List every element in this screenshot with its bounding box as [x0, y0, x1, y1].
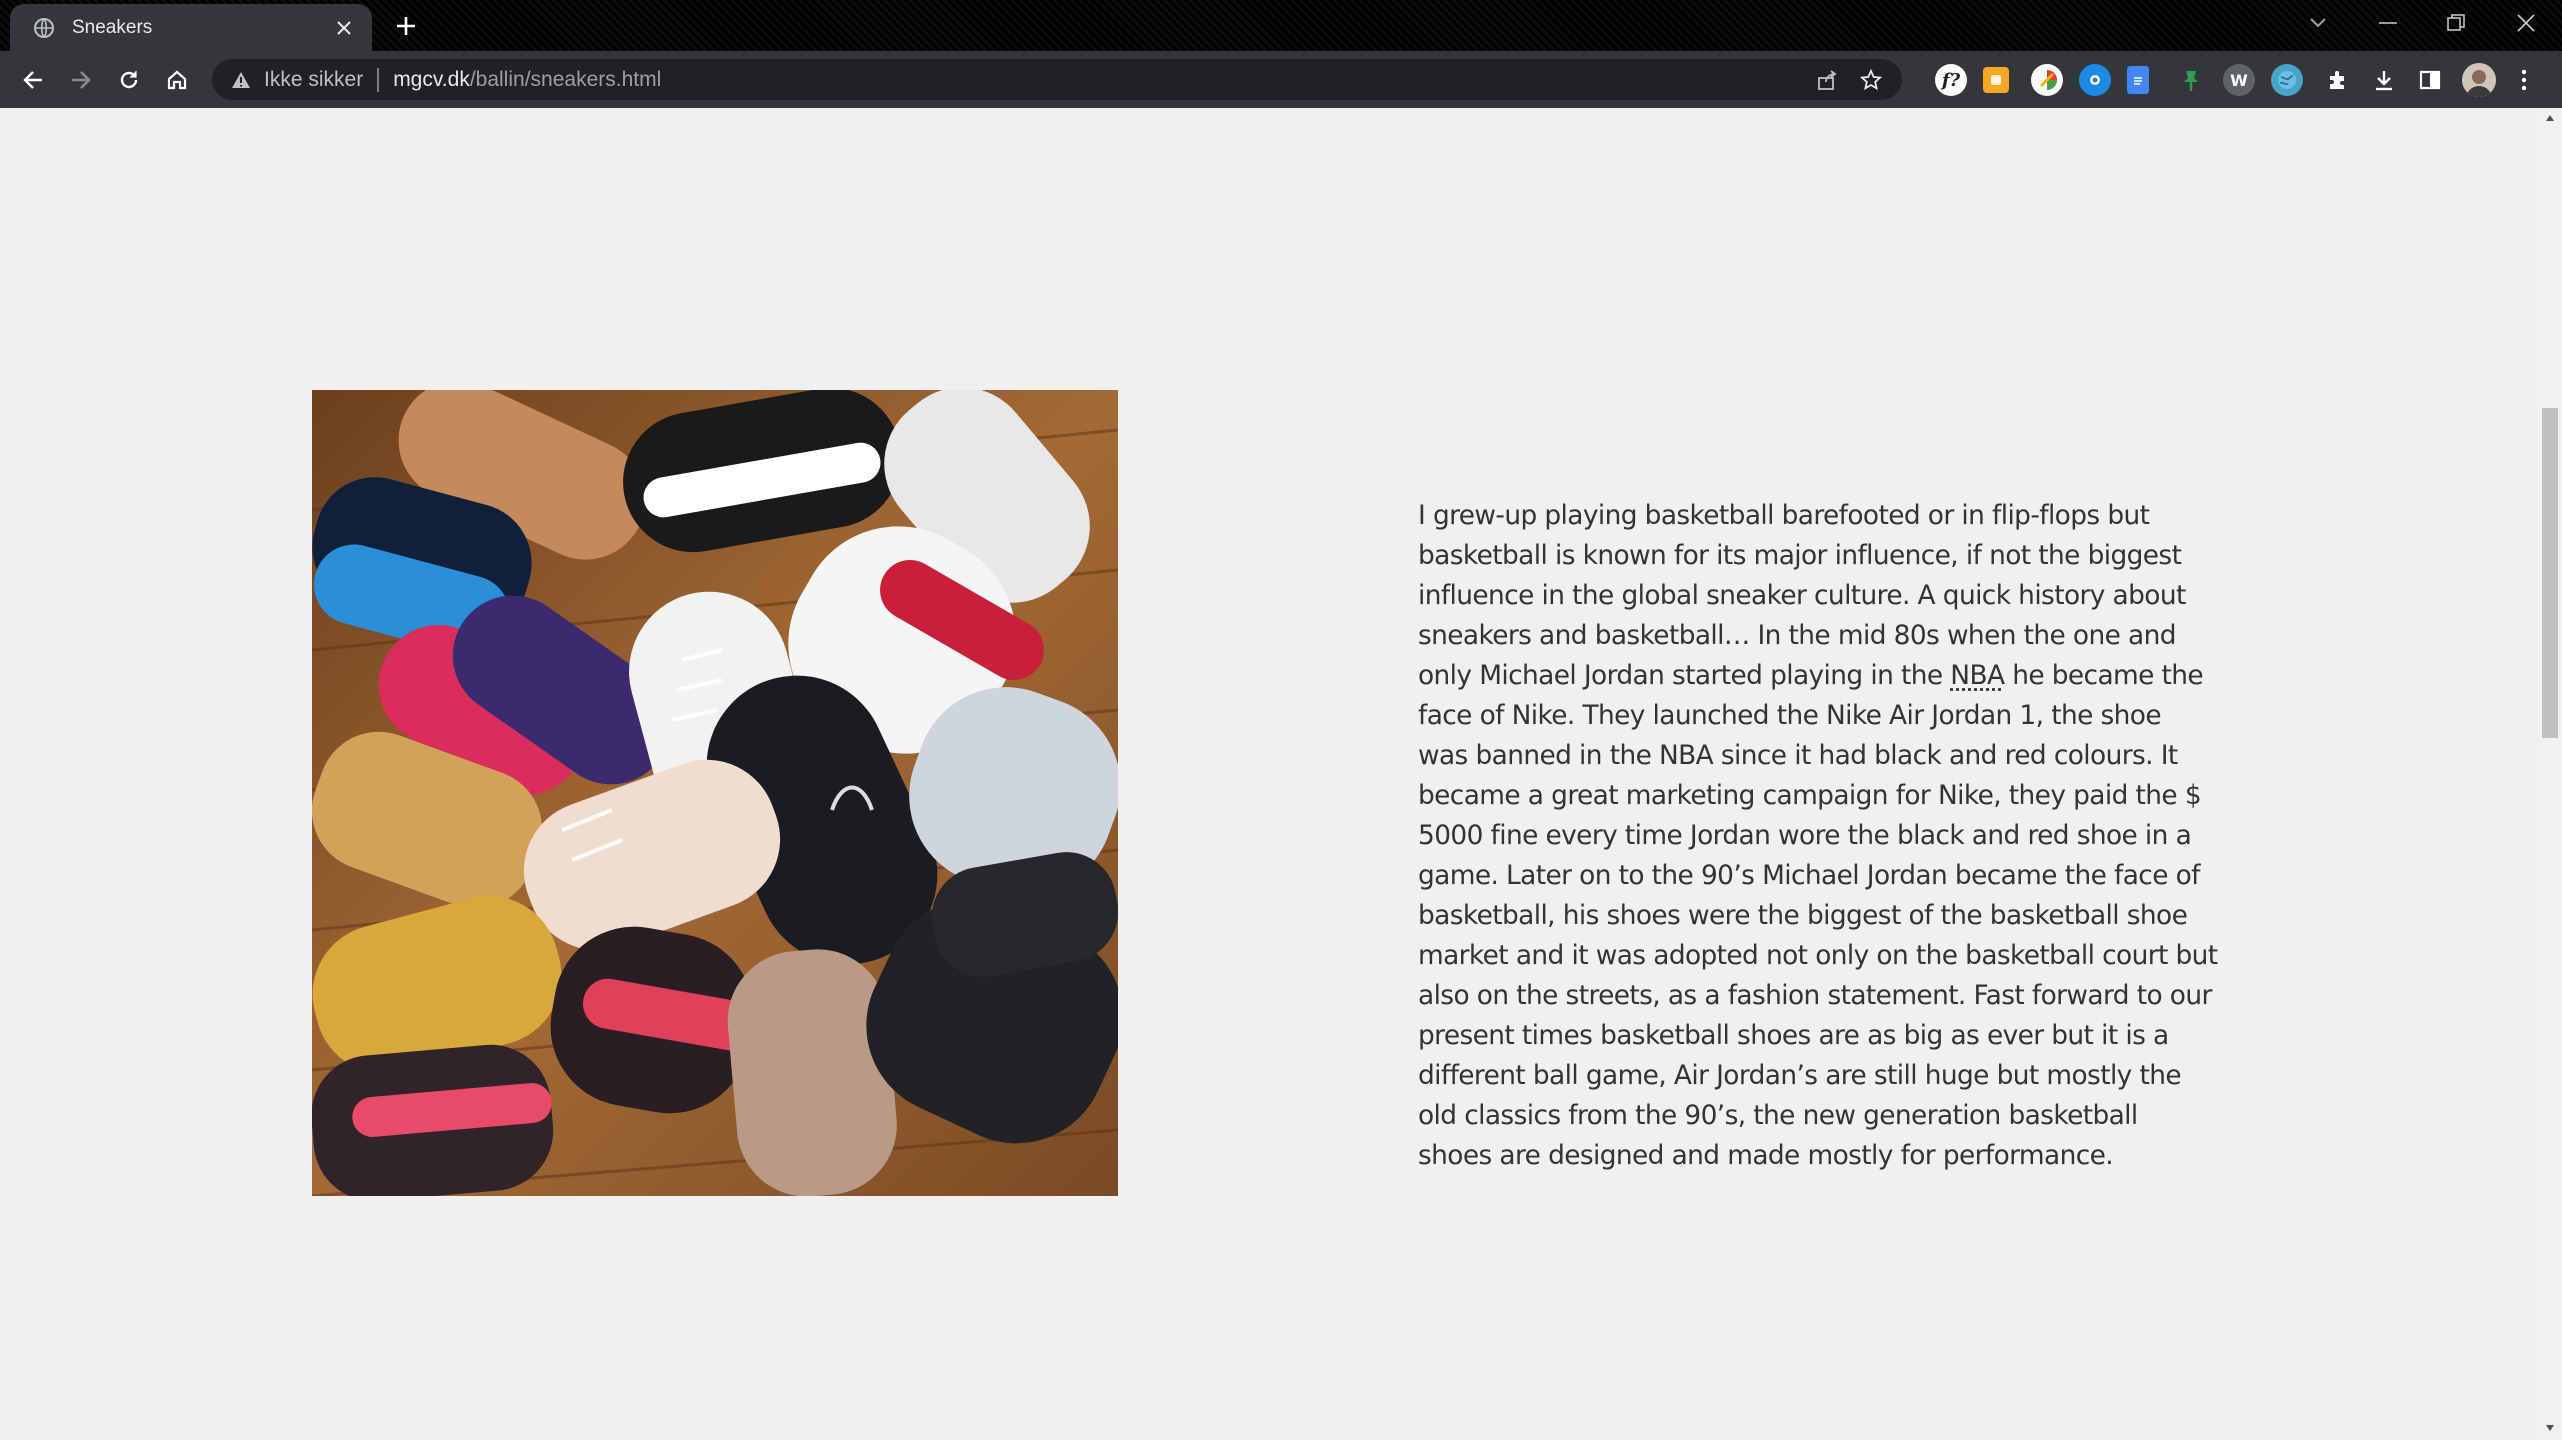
browser-toolbar: Ikke sikker mgcv.dk /ballin/sneakers.htm…	[0, 51, 2562, 108]
address-separator	[377, 67, 380, 92]
url-host: mgcv.dk	[393, 67, 470, 91]
side-panel-icon[interactable]	[2411, 61, 2449, 99]
minimize-icon[interactable]	[2360, 4, 2416, 42]
scroll-thumb[interactable]	[2542, 408, 2558, 738]
close-tab-icon[interactable]	[330, 14, 358, 42]
extension-clockify-icon[interactable]	[2031, 64, 2063, 96]
reload-icon[interactable]	[110, 61, 148, 99]
nba-abbreviation[interactable]: NBA	[1950, 660, 2005, 691]
extension-circle-icon[interactable]	[2079, 64, 2111, 96]
back-icon[interactable]	[14, 61, 52, 99]
menu-kebab-icon[interactable]	[2510, 61, 2538, 99]
sneakers-photo	[312, 390, 1118, 1196]
bookmark-star-icon[interactable]	[1854, 63, 1888, 97]
home-icon[interactable]	[158, 61, 196, 99]
restore-icon[interactable]	[2428, 4, 2484, 42]
vertical-scrollbar[interactable]	[2538, 108, 2562, 1440]
profile-avatar[interactable]	[2462, 63, 2496, 97]
warning-icon[interactable]	[230, 69, 252, 91]
tab-search-icon[interactable]	[2290, 4, 2346, 42]
close-window-icon[interactable]	[2498, 4, 2554, 42]
extension-wordtune-icon[interactable]: W	[2223, 64, 2255, 96]
extension-pin-icon[interactable]	[2175, 64, 2207, 96]
extension-honey-icon[interactable]	[1983, 67, 2009, 93]
forward-icon[interactable]	[62, 61, 100, 99]
page-viewport: I grew-up playing basketball barefooted …	[0, 108, 2538, 1440]
tab-title: Sneakers	[72, 16, 153, 38]
article-paragraph: I grew-up playing basketball barefooted …	[1418, 496, 2218, 1176]
extensions-puzzle-icon[interactable]	[2319, 61, 2357, 99]
url-path: /ballin/sneakers.html	[469, 67, 662, 91]
extension-globe-icon[interactable]	[2271, 64, 2303, 96]
globe-icon	[30, 14, 58, 42]
extension-fontanello-icon[interactable]: f?	[1935, 64, 1967, 96]
security-label[interactable]: Ikke sikker	[264, 68, 363, 92]
scroll-up-arrow-icon[interactable]	[2544, 112, 2556, 124]
new-tab-button[interactable]	[388, 8, 424, 44]
extension-docs-icon[interactable]	[2127, 66, 2149, 94]
address-bar[interactable]: Ikke sikker mgcv.dk /ballin/sneakers.htm…	[212, 59, 1902, 100]
share-icon[interactable]	[1810, 63, 1844, 97]
scroll-down-arrow-icon[interactable]	[2544, 1422, 2556, 1434]
article-text-part-2: he became the face of Nike. They launche…	[1418, 660, 2218, 1171]
tab-strip: Sneakers	[0, 0, 2562, 51]
tab-sneakers[interactable]: Sneakers	[10, 4, 372, 51]
download-icon[interactable]	[2365, 61, 2403, 99]
